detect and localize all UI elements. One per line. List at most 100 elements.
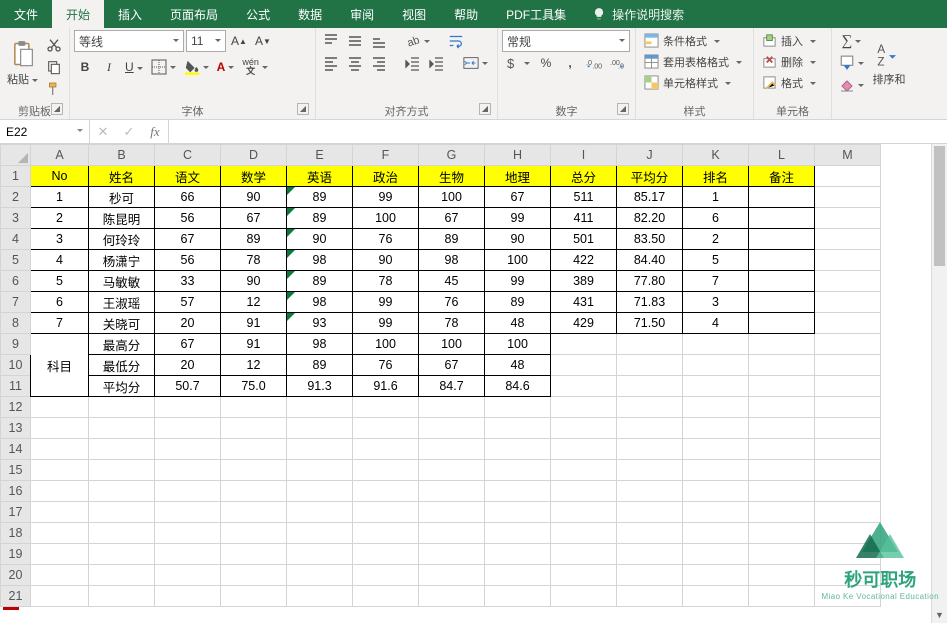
cell[interactable]: 91 <box>221 313 287 334</box>
align-center-button[interactable] <box>344 52 366 74</box>
cell[interactable] <box>749 292 815 313</box>
column-header[interactable]: I <box>551 145 617 166</box>
tab-insert[interactable]: 插入 <box>104 0 156 28</box>
column-header[interactable]: E <box>287 145 353 166</box>
cell[interactable] <box>749 250 815 271</box>
cell[interactable] <box>221 523 287 544</box>
cell[interactable]: 99 <box>353 313 419 334</box>
cell[interactable] <box>749 502 815 523</box>
cell[interactable]: 99 <box>353 292 419 313</box>
cell[interactable] <box>419 460 485 481</box>
cell[interactable] <box>815 334 881 355</box>
cell[interactable] <box>815 481 881 502</box>
cell[interactable]: 91 <box>221 334 287 355</box>
align-left-button[interactable] <box>320 52 342 74</box>
cell[interactable] <box>749 334 815 355</box>
cell[interactable] <box>31 439 89 460</box>
cell[interactable]: 89 <box>287 187 353 208</box>
column-header[interactable]: G <box>419 145 485 166</box>
cell[interactable]: 排名 <box>683 166 749 187</box>
cell[interactable] <box>353 523 419 544</box>
cell[interactable] <box>815 439 881 460</box>
cell[interactable]: 5 <box>31 271 89 292</box>
increase-decimal-button[interactable]: .0.00 <box>583 52 605 74</box>
cell[interactable] <box>815 565 881 586</box>
cell[interactable]: 1 <box>683 187 749 208</box>
cell[interactable] <box>353 481 419 502</box>
cell[interactable]: 马敏敏 <box>89 271 155 292</box>
cell[interactable]: 100 <box>419 334 485 355</box>
tab-data[interactable]: 数据 <box>284 0 336 28</box>
align-top-button[interactable] <box>320 30 342 52</box>
cell[interactable] <box>749 418 815 439</box>
insert-cells-button[interactable]: 插入 <box>758 30 820 51</box>
cell[interactable]: 501 <box>551 229 617 250</box>
percent-button[interactable]: % <box>535 52 557 74</box>
format-as-table-button[interactable]: 套用表格格式 <box>640 51 746 72</box>
cell[interactable] <box>683 523 749 544</box>
cell[interactable] <box>287 397 353 418</box>
cell[interactable] <box>485 439 551 460</box>
decrease-font-button[interactable]: A▼ <box>252 30 274 52</box>
tab-view[interactable]: 视图 <box>388 0 440 28</box>
cell[interactable] <box>749 460 815 481</box>
cell[interactable]: 4 <box>31 250 89 271</box>
cell[interactable]: 75.0 <box>221 376 287 397</box>
cell[interactable]: 12 <box>221 292 287 313</box>
delete-cells-button[interactable]: 删除 <box>758 51 820 72</box>
row-header[interactable]: 14 <box>1 439 31 460</box>
cell[interactable] <box>683 502 749 523</box>
cell[interactable]: 67 <box>485 187 551 208</box>
cell[interactable] <box>221 397 287 418</box>
cell[interactable] <box>749 208 815 229</box>
cell[interactable] <box>815 523 881 544</box>
cell[interactable]: 平均分 <box>89 376 155 397</box>
cell[interactable]: 33 <box>155 271 221 292</box>
cell[interactable] <box>287 523 353 544</box>
cell[interactable] <box>31 523 89 544</box>
cell[interactable] <box>683 544 749 565</box>
cell[interactable] <box>287 565 353 586</box>
cell[interactable]: 93 <box>287 313 353 334</box>
cell[interactable] <box>353 439 419 460</box>
row-header[interactable]: 21 <box>1 586 31 607</box>
cell[interactable] <box>683 397 749 418</box>
cell[interactable]: 6 <box>683 208 749 229</box>
cell[interactable] <box>89 481 155 502</box>
cell[interactable]: 56 <box>155 208 221 229</box>
cell[interactable] <box>749 439 815 460</box>
number-launcher[interactable]: ◢ <box>617 103 629 115</box>
cell[interactable] <box>749 565 815 586</box>
cell[interactable] <box>419 481 485 502</box>
cell[interactable] <box>617 481 683 502</box>
cell[interactable]: 57 <box>155 292 221 313</box>
scroll-down-button[interactable]: ▼ <box>932 607 947 623</box>
cell[interactable] <box>815 355 881 376</box>
cell[interactable] <box>89 460 155 481</box>
cell[interactable]: 100 <box>353 334 419 355</box>
column-header[interactable]: C <box>155 145 221 166</box>
cell[interactable] <box>617 418 683 439</box>
cell[interactable] <box>815 166 881 187</box>
cell[interactable] <box>551 502 617 523</box>
cell[interactable] <box>551 565 617 586</box>
cell[interactable]: 66 <box>155 187 221 208</box>
cell[interactable] <box>221 586 287 607</box>
cell[interactable] <box>551 586 617 607</box>
cut-button[interactable] <box>43 34 65 56</box>
cell[interactable] <box>617 523 683 544</box>
cell[interactable] <box>419 502 485 523</box>
cell[interactable]: 85.17 <box>617 187 683 208</box>
cell-styles-button[interactable]: 单元格样式 <box>640 72 735 93</box>
orientation-button[interactable]: ab <box>402 30 433 52</box>
cell[interactable] <box>617 376 683 397</box>
cell[interactable] <box>749 313 815 334</box>
cell[interactable] <box>221 439 287 460</box>
cell[interactable] <box>683 334 749 355</box>
cell[interactable] <box>353 565 419 586</box>
cell[interactable]: 2 <box>31 208 89 229</box>
cell[interactable] <box>155 544 221 565</box>
cell[interactable]: 45 <box>419 271 485 292</box>
cell[interactable]: 71.50 <box>617 313 683 334</box>
cell[interactable]: 平均分 <box>617 166 683 187</box>
